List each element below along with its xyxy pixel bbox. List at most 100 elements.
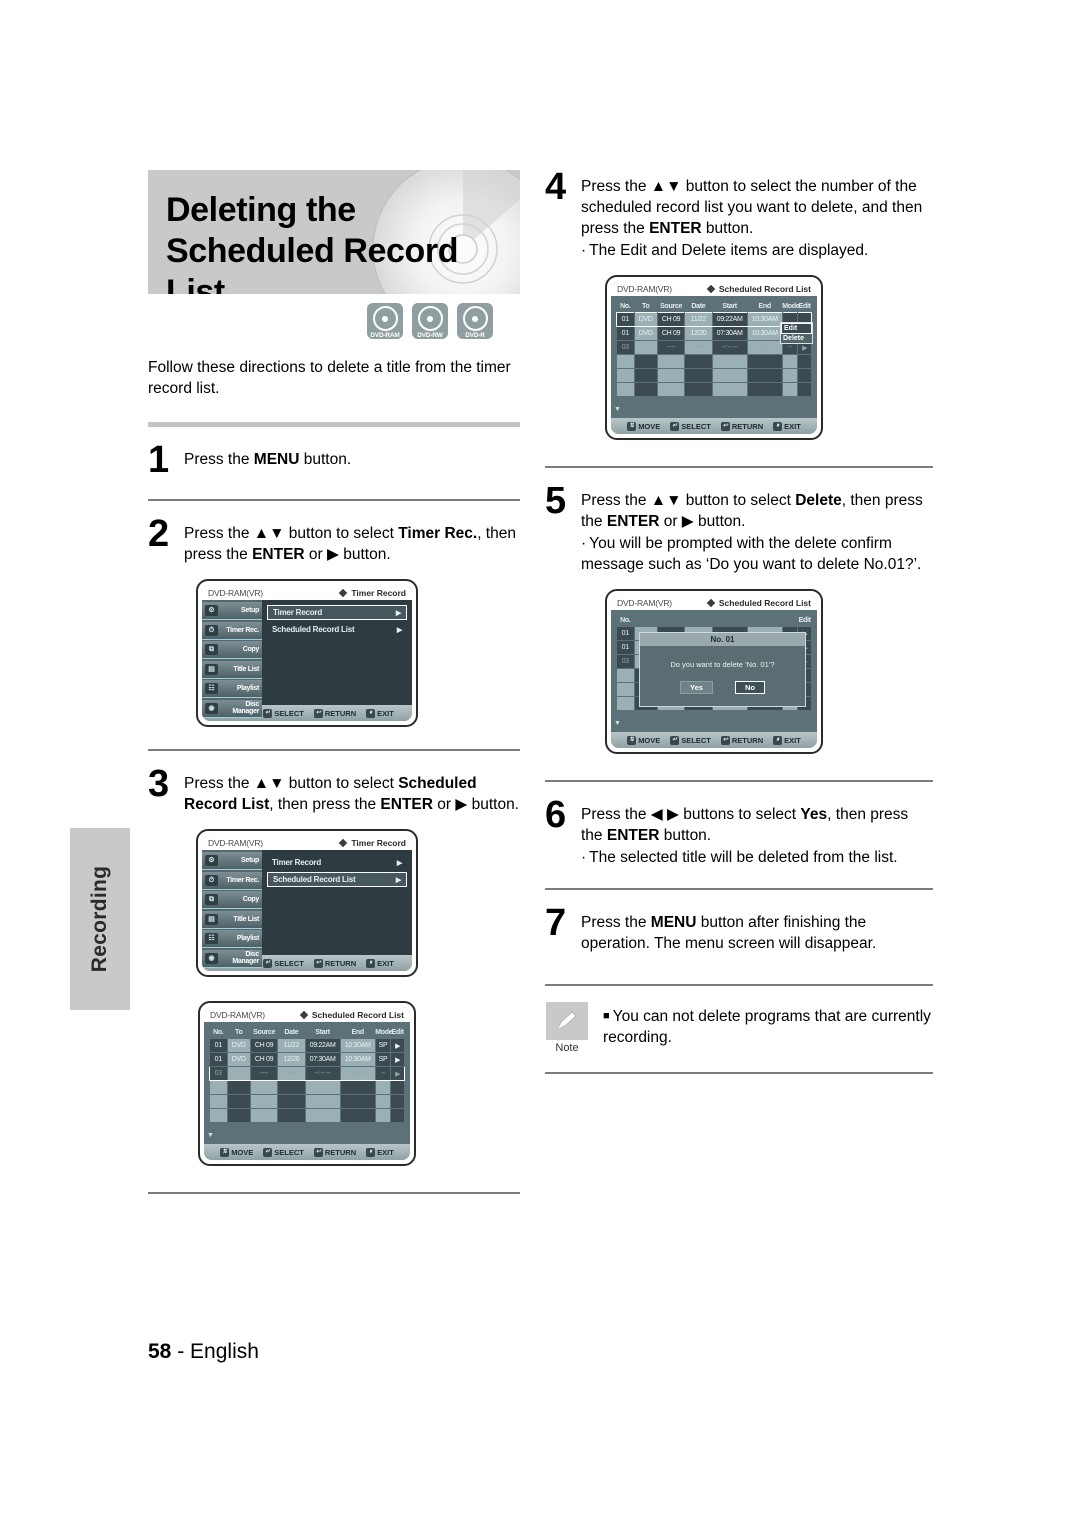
table-row-blank[interactable]	[209, 1080, 405, 1095]
sidebar-item-copy[interactable]: ⧉ Copy	[202, 891, 262, 909]
footer-return[interactable]: ↩ RETURN	[720, 421, 763, 431]
step-3-text: Press the ▲▼ button to select Scheduled …	[184, 767, 520, 815]
sidebar-item-disc-manager-label: Disc Manager	[232, 701, 259, 715]
dvd-rw-badge: DVD-RW	[412, 303, 448, 339]
step-7: 7 Press the MENU button after finishing …	[545, 904, 933, 954]
cell-date: 11/22	[277, 1038, 306, 1053]
footer-select[interactable]: ↵ SELECT	[263, 708, 304, 718]
sidebar-item-timer-rec[interactable]: ⏱ Timer Rec.	[202, 621, 262, 640]
cell-date: --/--	[277, 1066, 306, 1081]
scroll-down-icon[interactable]: ▼	[614, 720, 621, 727]
footer-exit[interactable]: ⏸ EXIT	[366, 958, 394, 968]
osd-footer-bar: ⇅MOVE ↵SELECT ↩RETURN ⏸EXIT	[611, 418, 817, 434]
footer-select[interactable]: ↵ SELECT	[670, 421, 711, 431]
step-5: 5 Press the ▲▼ button to select Delete, …	[545, 480, 933, 575]
col-header-edit: Edit	[391, 1029, 404, 1036]
footer-return[interactable]: ↩ RETURN	[720, 735, 763, 745]
table-row[interactable]: 01 DVD CH 09 12/20 07:30AM 10:30AM SP ▶	[209, 1052, 405, 1067]
table-row[interactable]: 03 -- ---- --/-- --:-- -- --:-- -- -- ▶	[209, 1066, 405, 1081]
cell-edit-arrow[interactable]: ▶	[390, 1066, 405, 1081]
dialog-yes-button[interactable]: Yes	[680, 681, 713, 694]
osd-screenshot-timer-record: DVD-RAM(VR) Timer Record ⚙ Setup ⏱ Timer R…	[196, 579, 418, 727]
footer-exit[interactable]: ⏸ EXIT	[773, 735, 801, 745]
enter-icon: ↵	[263, 1147, 273, 1157]
menu-row-scheduled-record-list[interactable]: Scheduled Record List ▶	[267, 622, 407, 637]
table-header-row: No. Edit	[617, 616, 812, 627]
footer-select-label: SELECT	[274, 1147, 304, 1157]
step-4-bold-enter: ENTER	[649, 220, 702, 237]
enter-icon: ↵	[670, 421, 680, 431]
step-4-bullet-text: The Edit and Delete items are displayed.	[589, 242, 869, 259]
sidebar-item-timer-rec[interactable]: ⏱ Timer Rec.	[202, 871, 262, 890]
step-6-bold-yes: Yes	[800, 806, 828, 823]
footer-select[interactable]: ↵ SELECT	[263, 1147, 304, 1157]
table-row-blank[interactable]	[616, 354, 812, 369]
table-row-blank[interactable]	[209, 1108, 405, 1123]
footer-select[interactable]: ↵ SELECT	[263, 958, 304, 968]
sidebar-item-copy-label: Copy	[242, 896, 260, 903]
footer-move[interactable]: ⇅MOVE	[220, 1147, 253, 1157]
dvd-ram-badge: DVD-RAM	[367, 303, 403, 339]
return-icon: ↩	[313, 1147, 323, 1157]
osd-title-bar: DVD-RAM(VR) Scheduled Record List	[204, 1007, 410, 1022]
step-3-text-b: , then press the	[269, 796, 381, 813]
menu-row-timer-record[interactable]: Timer Record ▶	[267, 855, 407, 870]
step-2: 2 Press the ▲▼ button to select Timer Re…	[148, 515, 520, 565]
sidebar-item-title-list[interactable]: ▤ Title List	[202, 660, 262, 679]
menu-row-timer-record[interactable]: Timer Record ▶	[267, 605, 407, 620]
dropdown-item-delete[interactable]: Delete	[781, 334, 812, 343]
footer-select-label: SELECT	[274, 958, 304, 968]
dialog-no-button[interactable]: No	[734, 681, 765, 694]
footer-return[interactable]: ↩ RETURN	[313, 958, 356, 968]
sidebar-item-setup[interactable]: ⚙ Setup	[202, 852, 262, 870]
sidebar-item-disc-manager[interactable]: ◉ Disc Manager	[202, 699, 262, 718]
scroll-down-icon[interactable]: ▼	[614, 406, 621, 413]
sidebar-item-title-list-label: Title List	[233, 665, 259, 673]
table-row[interactable]: 01 DVD CH 09 11/22 09:22AM 10:30AM SP ▶	[209, 1038, 405, 1053]
edit-delete-dropdown[interactable]: Edit Delete	[780, 322, 813, 344]
sidebar-item-copy-label: Copy	[242, 646, 260, 653]
col-header-no: No.	[213, 1029, 224, 1036]
footer-exit[interactable]: ⏸ EXIT	[366, 1147, 394, 1157]
exit-icon: ⏸	[366, 958, 376, 968]
footer-exit[interactable]: ⏸ EXIT	[366, 708, 394, 718]
cell-edit-arrow[interactable]: ▶	[390, 1038, 405, 1053]
footer-return[interactable]: ↩ RETURN	[313, 708, 357, 718]
scroll-down-icon[interactable]: ▼	[207, 1132, 214, 1139]
sidebar-item-playlist[interactable]: ☷ Playlist	[202, 680, 262, 698]
note-block: Note ■ You can not delete programs that a…	[545, 1002, 933, 1054]
cell-edit-arrow[interactable]: ▶	[390, 1052, 405, 1067]
disc-icon	[417, 306, 443, 331]
cell-end: --:-- --	[339, 1066, 376, 1081]
menu-row-scheduled-record-list[interactable]: Scheduled Record List ▶	[267, 872, 407, 887]
clock-icon: ⏱	[205, 624, 218, 636]
table-row-blank[interactable]	[616, 382, 812, 397]
footer-exit[interactable]: ⏸ EXIT	[773, 421, 801, 431]
table-row-blank[interactable]	[616, 368, 812, 383]
sidebar-item-copy[interactable]: ⧉ Copy	[202, 641, 262, 659]
note-caption: Note	[555, 1042, 579, 1054]
sidebar-item-setup[interactable]: ⚙ Setup	[202, 602, 262, 620]
step-5-number: 5	[545, 480, 567, 522]
divider	[545, 780, 933, 782]
dropdown-item-edit[interactable]: Edit	[781, 323, 812, 334]
sidebar-item-title-list[interactable]: ▤ Title List	[202, 910, 262, 929]
dvd-ram-badge-label: DVD-RAM	[370, 332, 400, 339]
step-6-bullet-text: The selected title will be deleted from …	[589, 849, 898, 866]
footer-return-label: RETURN	[324, 708, 357, 718]
step-4-text: Press the ▲▼ button to select the number…	[581, 170, 933, 261]
page-number: 58	[148, 1340, 172, 1363]
sidebar-item-disc-manager[interactable]: ◉ Disc Manager	[202, 949, 262, 968]
footer-move[interactable]: ⇅MOVE	[627, 421, 660, 431]
sidebar-item-setup-label: Setup	[241, 857, 259, 864]
footer-return[interactable]: ↩ RETURN	[313, 1147, 356, 1157]
cell-source: CH 09	[656, 312, 686, 327]
sidebar-item-playlist[interactable]: ☷ Playlist	[202, 930, 262, 948]
chevron-right-icon: ▶	[395, 609, 401, 617]
step-6-text-c: button.	[659, 827, 712, 844]
footer-select-label: SELECT	[681, 735, 711, 745]
footer-select[interactable]: ↵ SELECT	[670, 735, 711, 745]
table-row-blank[interactable]	[209, 1094, 405, 1109]
step-1-bold-menu: MENU	[253, 451, 300, 468]
footer-move[interactable]: ⇅MOVE	[627, 735, 660, 745]
